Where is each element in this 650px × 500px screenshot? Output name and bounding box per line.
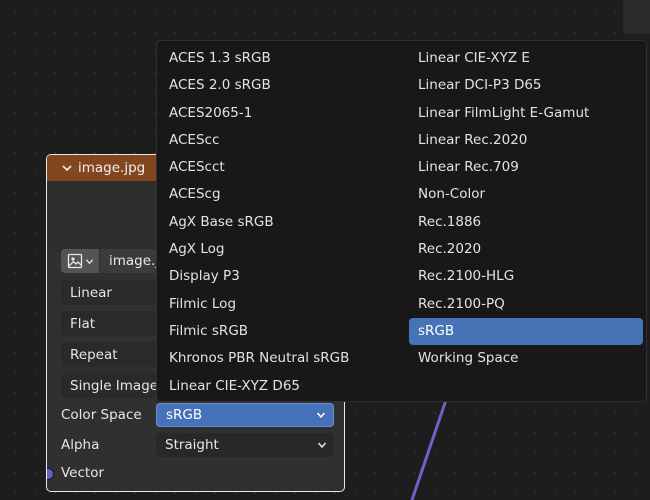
menu-item[interactable]: Rec.2020 <box>409 236 645 263</box>
menu-item[interactable]: Linear DCI-P3 D65 <box>409 72 645 99</box>
vector-input-socket[interactable] <box>47 468 54 480</box>
menu-item[interactable]: Rec.2100-PQ <box>409 291 645 318</box>
color-space-menu: ACES 1.3 sRGB ACES 2.0 sRGB ACES2065-1 A… <box>156 40 647 402</box>
color-space-label: Color Space <box>61 407 142 423</box>
menu-item[interactable]: Linear CIE-XYZ D65 <box>160 373 408 400</box>
alpha-value: Straight <box>165 437 219 453</box>
color-space-dropdown[interactable]: sRGB <box>156 403 334 427</box>
menu-item[interactable]: Working Space <box>409 345 645 372</box>
menu-item[interactable]: AgX Base sRGB <box>160 209 408 236</box>
vector-label: Vector <box>61 465 105 481</box>
menu-item[interactable]: Filmic sRGB <box>160 318 408 345</box>
menu-item[interactable]: ACEScct <box>160 154 408 181</box>
menu-item[interactable]: Linear Rec.2020 <box>409 127 645 154</box>
menu-item[interactable]: Rec.2100-HLG <box>409 263 645 290</box>
image-selector: image.jpg <box>61 249 170 273</box>
menu-item[interactable]: Filmic Log <box>160 291 408 318</box>
alpha-label: Alpha <box>61 437 100 453</box>
chevron-down-icon[interactable] <box>61 162 73 174</box>
chevron-down-icon <box>316 412 326 419</box>
image-icon <box>67 253 82 269</box>
menu-column-left: ACES 1.3 sRGB ACES 2.0 sRGB ACES2065-1 A… <box>160 45 408 400</box>
menu-item[interactable]: Khronos PBR Neutral sRGB <box>160 345 408 372</box>
color-space-value: sRGB <box>166 407 203 423</box>
menu-item[interactable]: Display P3 <box>160 263 408 290</box>
menu-item-selected[interactable]: sRGB <box>409 317 643 346</box>
menu-item[interactable]: ACEScc <box>160 127 408 154</box>
chevron-down-icon <box>317 442 327 449</box>
menu-item[interactable]: Linear Rec.709 <box>409 154 645 181</box>
menu-item[interactable]: Linear FilmLight E-Gamut <box>409 100 645 127</box>
menu-item[interactable]: Non-Color <box>409 181 645 208</box>
menu-item[interactable]: Linear CIE-XYZ E <box>409 45 645 72</box>
chevron-down-icon <box>85 258 93 264</box>
node-title: image.jpg <box>78 160 146 176</box>
browse-image-button[interactable] <box>61 249 99 273</box>
menu-item[interactable]: AgX Log <box>160 236 408 263</box>
menu-column-right: Linear CIE-XYZ E Linear DCI-P3 D65 Linea… <box>409 45 645 373</box>
menu-item[interactable]: Rec.1886 <box>409 209 645 236</box>
alpha-dropdown[interactable]: Straight <box>156 433 334 457</box>
menu-item[interactable]: ACEScg <box>160 181 408 208</box>
menu-item[interactable]: ACES 2.0 sRGB <box>160 72 408 99</box>
menu-item[interactable]: ACES 1.3 sRGB <box>160 45 408 72</box>
menu-item[interactable]: ACES2065-1 <box>160 100 408 127</box>
